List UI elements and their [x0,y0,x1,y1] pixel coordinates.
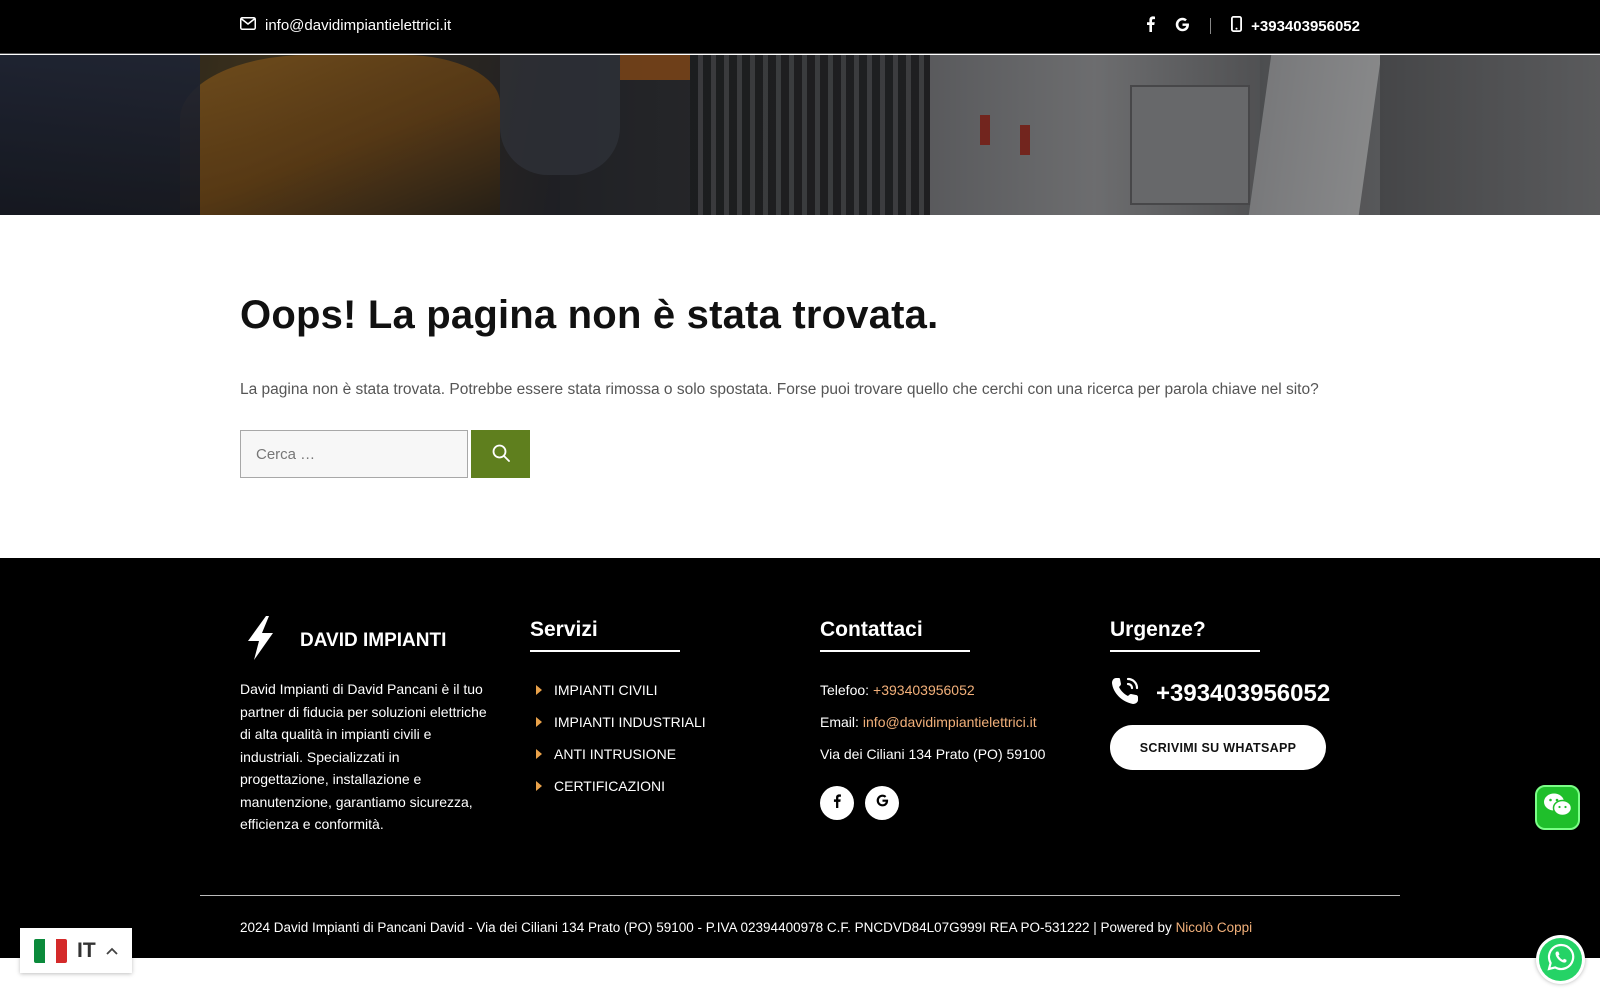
contatti-title: Contattaci [820,618,923,641]
footer-google-button[interactable] [865,786,899,820]
footer-brand[interactable]: DAVID IMPIANTI [240,616,446,665]
caret-right-icon [536,685,542,695]
page-title: Oops! La pagina non è stata trovata. [240,293,939,337]
wechat-floating-button[interactable] [1535,785,1580,830]
lightning-bolt-icon [240,616,280,665]
footer-brand-description: David Impianti di David Pancani è il tuo… [240,681,487,832]
servizi-item-impianti-industriali[interactable]: IMPIANTI INDUSTRIALI [530,706,706,738]
whatsapp-button[interactable]: SCRIVIMI SU WHATSAPP [1110,725,1326,770]
whatsapp-floating-inner [1539,938,1582,981]
servizi-item-anti-intrusione[interactable]: ANTI INTRUSIONE [530,738,706,770]
servizi-item-label: ANTI INTRUSIONE [554,746,677,762]
contact-address: Via dei Ciliani 134 Prato (PO) 59100 [820,746,1046,762]
copyright-text: 2024 David Impianti di Pancani David - V… [240,920,1176,935]
topbar-phone-link[interactable]: +393403956052 [1231,15,1360,36]
footer-urgenze-column: Urgenze? +393403956052 SCRIVIMI SU WHATS… [1110,618,1330,770]
topbar-right: +393403956052 [1146,15,1360,36]
servizi-item-label: IMPIANTI CIVILI [554,682,658,698]
servizi-list: IMPIANTI CIVILI IMPIANTI INDUSTRIALI ANT… [530,674,706,802]
urgenze-phone-link[interactable]: +393403956052 [1110,676,1330,711]
contact-phone-row: Telefoo: +393403956052 [820,674,1045,706]
search-button[interactable] [471,430,530,478]
contact-lines: Telefoo: +393403956052 Email: info@david… [820,674,1045,770]
mobile-phone-icon [1231,15,1243,36]
contact-phone-link[interactable]: +393403956052 [873,682,975,698]
copyright: 2024 David Impianti di Pancani David - V… [240,920,1252,935]
footer-brand-name: DAVID IMPIANTI [300,629,447,651]
caret-right-icon [536,781,542,791]
search-form [240,430,530,478]
contact-email-row: Email: info@davidimpiantielettrici.it [820,706,1045,738]
language-switcher[interactable]: IT [20,928,132,973]
servizi-item-label: IMPIANTI INDUSTRIALI [554,714,706,730]
contact-email-label: Email: [820,714,859,730]
top-bar: info@davidimpiantielettrici.it +39340395… [0,0,1600,54]
facebook-icon[interactable] [1146,16,1156,36]
footer-facebook-button[interactable] [820,786,854,820]
whatsapp-floating-button[interactable] [1536,935,1585,984]
urgenze-phone-number: +393403956052 [1156,679,1331,707]
envelope-icon [240,17,256,34]
footer-servizi-column: Servizi IMPIANTI CIVILI IMPIANTI INDUSTR… [530,618,706,802]
chevron-up-icon [106,942,118,960]
servizi-item-certificazioni[interactable]: CERTIFICAZIONI [530,770,706,802]
servizi-title: Servizi [530,618,598,641]
phone-ringing-icon [1110,676,1142,711]
footer-divider [200,895,1400,896]
search-icon [492,444,510,465]
google-icon [876,794,889,812]
urgenze-title: Urgenze? [1110,618,1206,641]
facebook-icon [833,793,841,813]
topbar-phone-text: +393403956052 [1251,17,1360,35]
site-footer: DAVID IMPIANTI David Impianti di David P… [0,558,1600,958]
google-icon[interactable] [1175,17,1190,36]
footer-social [820,786,1045,820]
urgenze-underline [1110,650,1260,652]
contact-phone-label: Telefoo: [820,682,870,698]
whatsapp-icon [1546,943,1575,976]
search-input[interactable] [240,430,468,478]
footer-contatti-column: Contattaci Telefoo: +393403956052 Email:… [820,618,1045,820]
language-code: IT [77,938,96,962]
topbar-social [1146,16,1190,36]
page-description: La pagina non è stata trovata. Potrebbe … [240,381,1319,398]
topbar-email-link[interactable]: info@davidimpiantielettrici.it [240,17,451,34]
caret-right-icon [536,717,542,727]
wechat-icon [1543,792,1573,823]
topbar-email-text: info@davidimpiantielettrici.it [265,17,452,34]
caret-right-icon [536,749,542,759]
copyright-author-link[interactable]: Nicolò Coppi [1176,920,1253,935]
contatti-underline [820,650,970,652]
servizi-item-impianti-civili[interactable]: IMPIANTI CIVILI [530,674,706,706]
servizi-underline [530,650,680,652]
servizi-item-label: CERTIFICAZIONI [554,778,665,794]
topbar-divider [1210,18,1212,34]
hero-banner-image [0,55,1600,215]
italy-flag-icon [34,938,67,963]
contact-email-link[interactable]: info@davidimpiantielettrici.it [863,714,1037,730]
